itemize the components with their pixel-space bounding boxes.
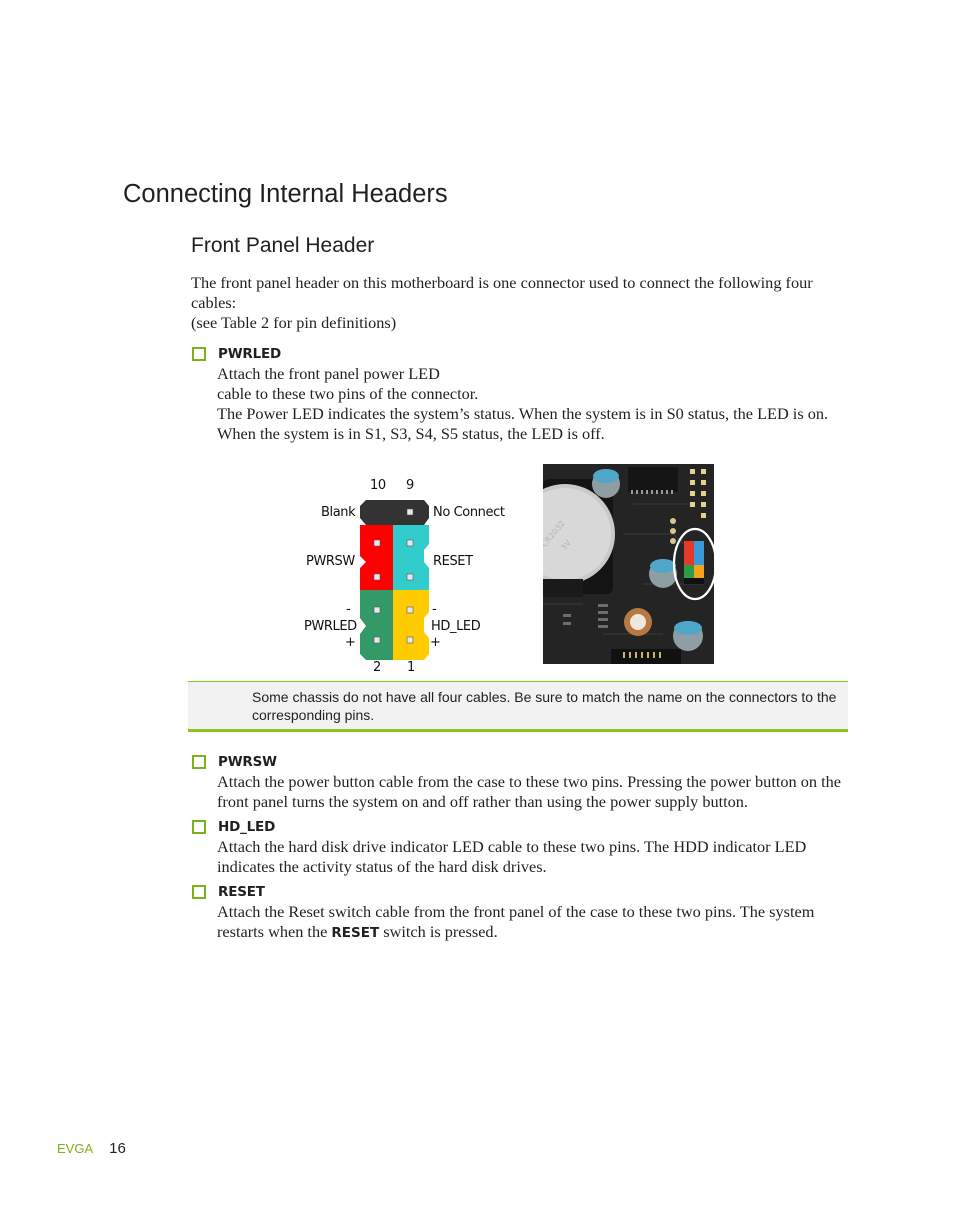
bullet-reset: RESET Attach the Reset switch cable from… (191, 883, 856, 943)
bullet-line: Attach the power button cable from the c… (217, 772, 841, 811)
note-text: Some chassis do not have all four cables… (252, 689, 837, 723)
checkbox-bullet-icon (192, 820, 206, 834)
pin-2 (373, 636, 381, 644)
label-pwrled: PWRLED (304, 619, 357, 634)
bullet-term: PWRSW (218, 754, 277, 770)
pin-8 (373, 539, 381, 547)
bullet-hd-led: HD_LED Attach the hard disk drive indica… (191, 818, 856, 877)
pin-number-9: 9 (406, 478, 414, 493)
pin-6 (373, 573, 381, 581)
label-pwrsw: PWRSW (306, 554, 355, 569)
hd-led-block (393, 590, 429, 660)
pin-4 (373, 606, 381, 614)
bullet-term: RESET (218, 884, 265, 900)
pin-number-2: 2 (373, 660, 381, 675)
bullet-line: Attach the hard disk drive indicator LED… (217, 837, 807, 876)
label-no-connect: No Connect (433, 505, 505, 520)
page-footer: EVGA 16 (57, 1140, 126, 1157)
page-title: Connecting Internal Headers (123, 180, 448, 208)
bullet-term: PWRLED (218, 346, 282, 362)
bullet-term: HD_LED (218, 819, 276, 835)
blank-block (360, 500, 429, 525)
pin-5 (406, 573, 414, 581)
bullet-line: cable to these two pins of the connector… (217, 384, 479, 403)
intro-text: The front panel header on this motherboa… (191, 273, 813, 312)
label-hd-led: HD_LED (431, 619, 481, 634)
motherboard-photo-graphic: CR2032 3V (543, 464, 714, 664)
bullet-description: Attach the front panel power LED cable t… (217, 364, 856, 444)
footer-brand: EVGA (57, 1141, 94, 1156)
pwrled-block (360, 590, 393, 660)
pin-number-1: 1 (407, 660, 415, 675)
label-blank: Blank (321, 505, 356, 520)
label-hd-led-minus: - (432, 602, 437, 617)
pin-9 (406, 508, 414, 516)
bullet-pwrsw: PWRSW Attach the power button cable from… (191, 753, 856, 812)
pin-1 (406, 636, 414, 644)
bullet-pwrled: PWRLED Attach the front panel power LED … (191, 345, 856, 444)
label-hd-led-plus: + (430, 635, 441, 650)
checkbox-bullet-icon (192, 347, 206, 361)
text-segment: Attach the Reset switch cable from the f… (217, 902, 815, 941)
label-pwrled-plus: + (345, 635, 356, 650)
reset-bold-term: RESET (331, 925, 380, 941)
front-panel-pin-diagram: 10 9 Blank No Connect PWRSW RESET - PWRL… (300, 470, 530, 680)
pin-3 (406, 606, 414, 614)
checkbox-bullet-icon (192, 885, 206, 899)
checkbox-bullet-icon (192, 755, 206, 769)
bullet-description: Attach the power button cable from the c… (217, 772, 856, 812)
note-callout: Some chassis do not have all four cables… (188, 681, 848, 732)
label-pwrled-minus: - (346, 602, 351, 617)
pin-7 (406, 539, 414, 547)
bullet-line: Attach the front panel power LED (217, 364, 440, 383)
bullet-description: Attach the Reset switch cable from the f… (217, 902, 856, 943)
section-title: Front Panel Header (191, 234, 375, 257)
pin-diagram-graphic (360, 500, 429, 660)
bullet-line: The Power LED indicates the system’s sta… (217, 404, 829, 443)
bullet-line: Attach the Reset switch cable from the f… (217, 902, 856, 943)
intro-table-reference: (see Table 2 for pin definitions) (191, 313, 397, 332)
bullet-description: Attach the hard disk drive indicator LED… (217, 837, 856, 877)
pin-number-10: 10 (370, 478, 386, 493)
text-segment: switch is pressed. (379, 922, 498, 941)
label-reset: RESET (433, 554, 473, 569)
motherboard-photo: CR2032 3V (543, 464, 714, 664)
page-number: 16 (109, 1140, 126, 1157)
intro-paragraph: The front panel header on this motherboa… (191, 273, 851, 333)
